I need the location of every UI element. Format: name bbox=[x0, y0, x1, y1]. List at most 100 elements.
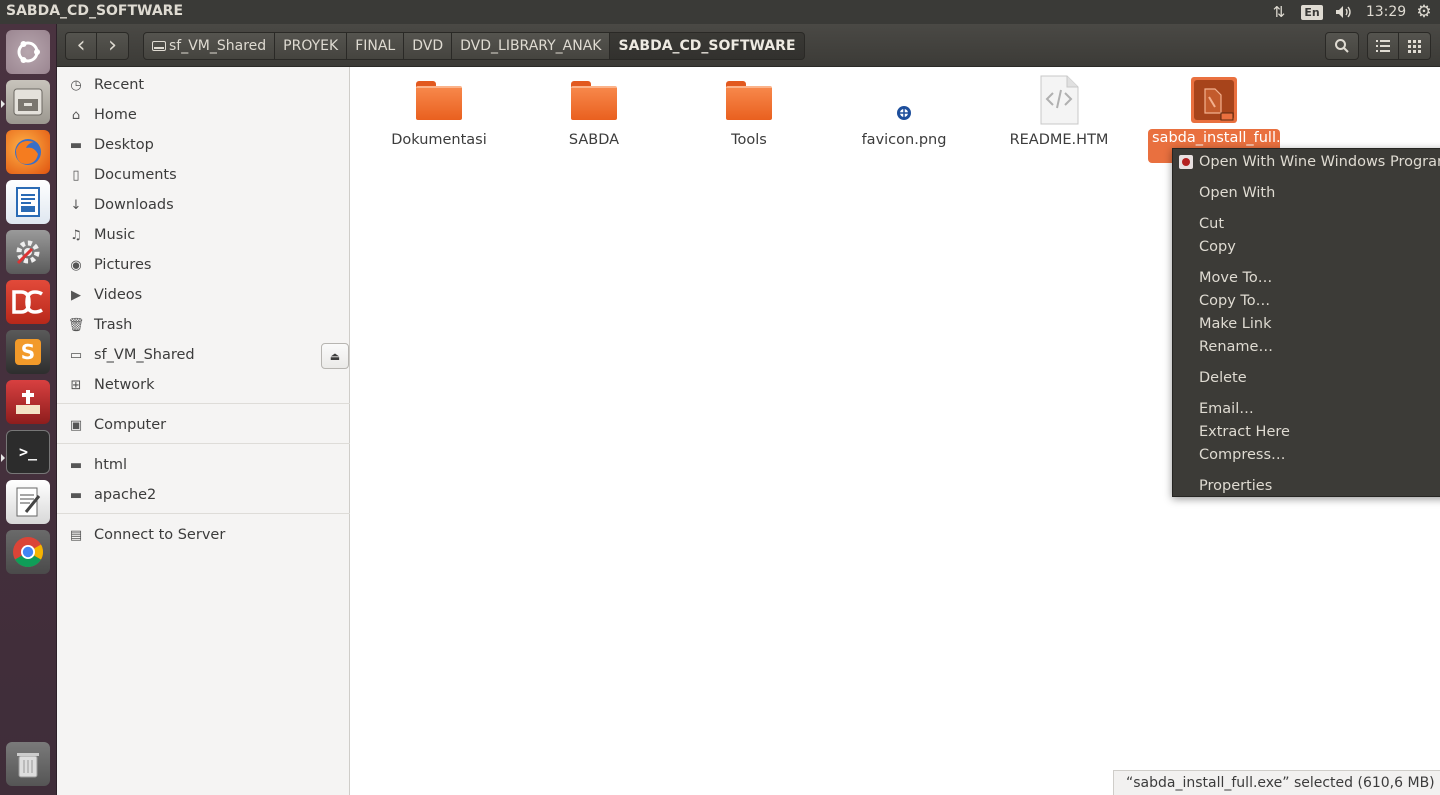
trash-icon: 🗑 bbox=[67, 317, 85, 333]
sidebar-item-html[interactable]: ▬ html bbox=[57, 451, 350, 479]
breadcrumb-sabda-cd-software[interactable]: SABDA_CD_SOFTWARE bbox=[610, 32, 805, 60]
menu-item-rename[interactable]: Rename… bbox=[1199, 336, 1273, 358]
computer-icon: ▣ bbox=[69, 417, 83, 433]
network-updown-icon[interactable]: ⇅ bbox=[1268, 2, 1290, 22]
libreoffice-writer-icon[interactable] bbox=[6, 180, 50, 224]
menu-item-move-to[interactable]: Move To… bbox=[1199, 267, 1272, 289]
top-panel: SABDA_CD_SOFTWARE ⇅ En 13:29 ⚙ bbox=[0, 0, 1440, 24]
download-icon: ↓ bbox=[70, 197, 82, 213]
forward-button[interactable]: › bbox=[97, 32, 129, 60]
trash-icon[interactable] bbox=[6, 742, 50, 786]
file-item-sabda[interactable]: SABDA bbox=[519, 75, 669, 149]
terminal-glyph: >_ bbox=[18, 443, 38, 461]
text-editor-icon[interactable] bbox=[6, 480, 50, 524]
sidebar-item-label: html bbox=[94, 457, 128, 473]
breadcrumb: sf_VM_Shared PROYEK FINAL DVD DVD_LIBRAR… bbox=[143, 32, 805, 60]
menu-item-delete[interactable]: Delete bbox=[1199, 367, 1247, 389]
drive-icon bbox=[152, 41, 166, 51]
breadcrumb-proyek[interactable]: PROYEK bbox=[275, 32, 348, 60]
keyboard-layout-indicator[interactable]: En bbox=[1301, 2, 1323, 22]
folder-icon bbox=[414, 75, 464, 125]
launcher-running-pip bbox=[1, 454, 5, 462]
files-icon[interactable] bbox=[6, 80, 50, 124]
clock[interactable]: 13:29 bbox=[1366, 2, 1406, 22]
sidebar-item-computer[interactable]: ▣ Computer bbox=[57, 411, 350, 439]
folder-icon bbox=[724, 75, 774, 125]
file-item-dokumentasi[interactable]: Dokumentasi bbox=[364, 75, 514, 149]
sidebar-item-pictures[interactable]: ◉ Pictures bbox=[57, 251, 350, 279]
sidebar-item-home[interactable]: ⌂ Home bbox=[57, 101, 350, 129]
video-icon: ▶ bbox=[71, 287, 81, 303]
sidebar-item-documents[interactable]: ▯ Documents bbox=[57, 161, 350, 189]
breadcrumb-sf-vm-shared[interactable]: sf_VM_Shared bbox=[143, 32, 276, 60]
file-label: Tools bbox=[731, 132, 767, 148]
gear-icon[interactable]: ⚙ bbox=[1412, 2, 1436, 22]
chevron-left-icon: ‹ bbox=[76, 33, 86, 58]
sidebar-item-label: Pictures bbox=[94, 257, 152, 273]
menu-item-copy[interactable]: Copy bbox=[1199, 236, 1236, 258]
sidebar-item-label: sf_VM_Shared bbox=[94, 347, 195, 363]
menu-item-extract-here[interactable]: Extract Here bbox=[1199, 421, 1290, 443]
menu-item-compress[interactable]: Compress… bbox=[1199, 444, 1286, 466]
breadcrumb-dvd-library-anak[interactable]: DVD_LIBRARY_ANAK bbox=[452, 32, 611, 60]
sidebar-item-connect-to-server[interactable]: ▤ Connect to Server bbox=[57, 521, 350, 549]
menu-item-copy-to[interactable]: Copy To… bbox=[1199, 290, 1270, 312]
sidebar-item-sf-vm-shared[interactable]: ▭ sf_VM_Shared bbox=[57, 341, 312, 369]
file-item-tools[interactable]: Tools bbox=[674, 75, 824, 149]
breadcrumb-dvd[interactable]: DVD bbox=[404, 32, 453, 60]
list-view-button[interactable] bbox=[1367, 32, 1399, 60]
volume-icon[interactable] bbox=[1332, 2, 1356, 22]
menu-item-email[interactable]: Email… bbox=[1199, 398, 1254, 420]
sidebar-separator bbox=[57, 443, 350, 444]
firefox-icon[interactable] bbox=[6, 130, 50, 174]
sidebar-item-recent[interactable]: ◷ Recent bbox=[57, 71, 350, 99]
menu-item-cut[interactable]: Cut bbox=[1199, 213, 1224, 235]
ubuntu-dash-icon[interactable] bbox=[6, 30, 50, 74]
bible-app-icon[interactable] bbox=[6, 380, 50, 424]
camera-icon: ◉ bbox=[70, 257, 82, 273]
system-settings-icon[interactable] bbox=[6, 230, 50, 274]
eject-icon: ⏏ bbox=[329, 349, 341, 363]
sidebar-item-label: Computer bbox=[94, 417, 167, 433]
sidebar-item-apache2[interactable]: ▬ apache2 bbox=[57, 481, 350, 509]
chrome-icon[interactable] bbox=[6, 530, 50, 574]
file-item-readme[interactable]: README.HTM bbox=[984, 75, 1134, 149]
sidebar-item-label: Music bbox=[94, 227, 136, 243]
sublime-text-icon[interactable]: S bbox=[6, 330, 50, 374]
context-menu: Open With Wine Windows Program Loader Op… bbox=[1172, 148, 1440, 497]
terminal-icon[interactable]: >_ bbox=[6, 430, 50, 474]
server-icon: ▤ bbox=[69, 527, 83, 543]
folder-icon: ▬ bbox=[69, 457, 83, 473]
file-item-favicon[interactable]: favicon.png bbox=[829, 75, 979, 149]
sidebar-item-label: Documents bbox=[94, 167, 177, 183]
sidebar-item-music[interactable]: ♫ Music bbox=[57, 221, 350, 249]
sublime-glyph: S bbox=[15, 339, 41, 365]
back-button[interactable]: ‹ bbox=[65, 32, 97, 60]
launcher: S >_ bbox=[0, 24, 57, 795]
sidebar-item-downloads[interactable]: ↓ Downloads bbox=[57, 191, 350, 219]
file-label: favicon.png bbox=[861, 132, 947, 148]
menu-item-make-link[interactable]: Make Link bbox=[1199, 313, 1272, 335]
menu-item-open-with[interactable]: Open With bbox=[1199, 182, 1275, 204]
breadcrumb-final[interactable]: FINAL bbox=[347, 32, 405, 60]
sidebar-item-label: Downloads bbox=[94, 197, 174, 213]
grid-view-button[interactable] bbox=[1399, 32, 1431, 60]
chevron-right-icon: › bbox=[108, 33, 117, 58]
search-icon bbox=[1335, 39, 1349, 53]
keyboard-layout-label: En bbox=[1301, 4, 1323, 20]
sidebar-separator bbox=[57, 403, 350, 404]
search-button[interactable] bbox=[1325, 32, 1359, 60]
sidebar-item-label: Recent bbox=[94, 77, 145, 93]
folder-icon: ▬ bbox=[69, 487, 83, 503]
doublecmd-icon[interactable] bbox=[6, 280, 50, 324]
sidebar-item-network[interactable]: ⊞ Network bbox=[57, 371, 350, 399]
sidebar-item-videos[interactable]: ▶ Videos bbox=[57, 281, 350, 309]
grid-view-icon bbox=[1408, 39, 1421, 53]
menu-item-open-with-wine[interactable]: Open With Wine Windows Program Loader bbox=[1199, 151, 1440, 173]
list-view-icon bbox=[1376, 40, 1390, 52]
sidebar-item-label: Videos bbox=[94, 287, 143, 303]
sidebar-item-desktop[interactable]: ▬ Desktop bbox=[57, 131, 350, 159]
sidebar-item-trash[interactable]: 🗑 Trash bbox=[57, 311, 350, 339]
menu-item-properties[interactable]: Properties bbox=[1199, 475, 1272, 497]
eject-button[interactable]: ⏏ bbox=[321, 343, 349, 369]
